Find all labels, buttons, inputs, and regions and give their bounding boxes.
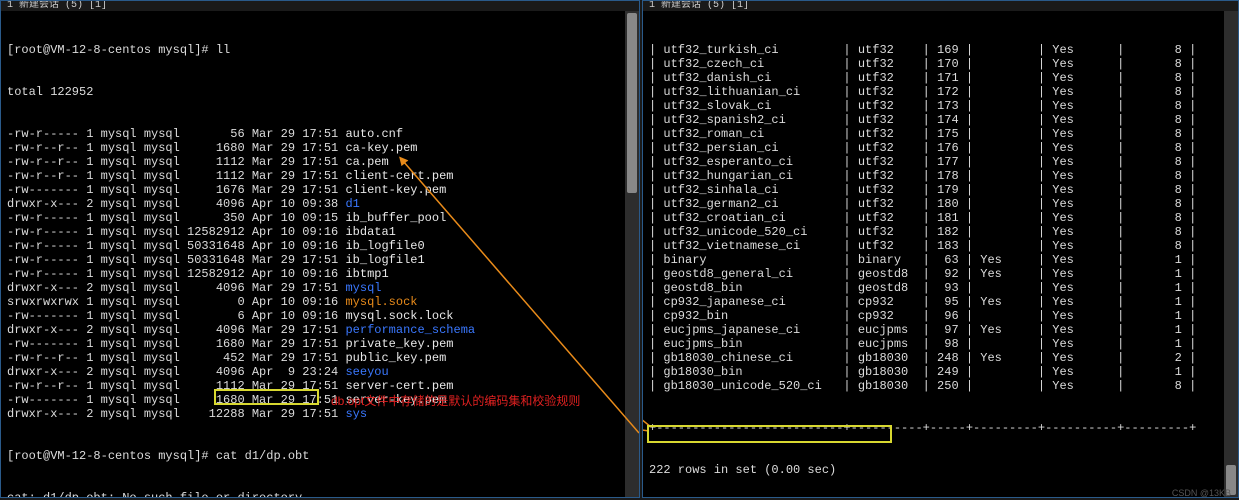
ls-row: -rw-r--r-- 1 mysql mysql 452 Mar 29 17:5… bbox=[7, 351, 633, 365]
scrollbar[interactable] bbox=[625, 11, 639, 497]
ls-row: -rw------- 1 mysql mysql 1680 Mar 29 17:… bbox=[7, 337, 633, 351]
ls-row: srwxrwxrwx 1 mysql mysql 0 Apr 10 09:16 … bbox=[7, 295, 633, 309]
ls-row: drwxr-x--- 2 mysql mysql 4096 Mar 29 17:… bbox=[7, 323, 633, 337]
ls-row: drwxr-x--- 2 mysql mysql 4096 Apr 10 09:… bbox=[7, 197, 633, 211]
table-row: | utf32_unicode_520_ci | utf32 | 182 | |… bbox=[649, 225, 1232, 239]
table-row: | gb18030_unicode_520_ci | gb18030 | 250… bbox=[649, 379, 1232, 393]
ls-row: -rw-r----- 1 mysql mysql 50331648 Mar 29… bbox=[7, 253, 633, 267]
table-row: | gb18030_bin | gb18030 | 249 | | Yes | … bbox=[649, 365, 1232, 379]
table-row: | cp932_bin | cp932 | 96 | | Yes | 1 | bbox=[649, 309, 1232, 323]
ls-row: -rw------- 1 mysql mysql 6 Apr 10 09:16 … bbox=[7, 309, 633, 323]
ls-row: -rw-r----- 1 mysql mysql 12582912 Apr 10… bbox=[7, 225, 633, 239]
table-sep: +--------------------------+----------+-… bbox=[649, 421, 1232, 435]
ls-row: -rw-r----- 1 mysql mysql 12582912 Apr 10… bbox=[7, 267, 633, 281]
total-line: total 122952 bbox=[7, 85, 633, 99]
ls-row: -rw------- 1 mysql mysql 1676 Mar 29 17:… bbox=[7, 183, 633, 197]
table-row: | utf32_danish_ci | utf32 | 171 | | Yes … bbox=[649, 71, 1232, 85]
table-row: | geostd8_bin | geostd8 | 93 | | Yes | 1… bbox=[649, 281, 1232, 295]
ls-row: -rw-r--r-- 1 mysql mysql 1112 Mar 29 17:… bbox=[7, 379, 633, 393]
scrollbar[interactable] bbox=[1224, 11, 1238, 497]
right-titlebar: 1 新建会话 (5) [1] bbox=[643, 1, 1238, 11]
table-row: | geostd8_general_ci | geostd8 | 92 | Ye… bbox=[649, 267, 1232, 281]
table-row: | eucjpms_bin | eucjpms | 98 | | Yes | 1… bbox=[649, 337, 1232, 351]
table-row: | utf32_hungarian_ci | utf32 | 178 | | Y… bbox=[649, 169, 1232, 183]
left-terminal[interactable]: [root@VM-12-8-centos mysql]# ll total 12… bbox=[1, 11, 639, 498]
table-row: | utf32_lithuanian_ci | utf32 | 172 | | … bbox=[649, 85, 1232, 99]
table-row: | cp932_japanese_ci | cp932 | 95 | Yes |… bbox=[649, 295, 1232, 309]
table-row: | utf32_german2_ci | utf32 | 180 | | Yes… bbox=[649, 197, 1232, 211]
table-row: | utf32_roman_ci | utf32 | 175 | | Yes |… bbox=[649, 127, 1232, 141]
prompt-line: [root@VM-12-8-centos mysql]# cat d1/dp.o… bbox=[7, 449, 633, 463]
ls-row: drwxr-x--- 2 mysql mysql 4096 Apr 9 23:2… bbox=[7, 365, 633, 379]
left-titlebar: 1 新建会话 (5) [1] bbox=[1, 1, 639, 11]
table-row: | gb18030_chinese_ci | gb18030 | 248 | Y… bbox=[649, 351, 1232, 365]
table-row: | utf32_czech_ci | utf32 | 170 | | Yes |… bbox=[649, 57, 1232, 71]
prompt-line: [root@VM-12-8-centos mysql]# ll bbox=[7, 43, 633, 57]
right-terminal[interactable]: | utf32_turkish_ci | utf32 | 169 | | Yes… bbox=[643, 11, 1238, 498]
annotation-text: db.opt文件中存储的是默认的编码集和校验规则 bbox=[331, 392, 580, 409]
watermark: CSDN @13KB bbox=[1172, 488, 1231, 498]
table-row: | utf32_sinhala_ci | utf32 | 179 | | Yes… bbox=[649, 183, 1232, 197]
left-terminal-pane: 1 新建会话 (5) [1] [root@VM-12-8-centos mysq… bbox=[0, 0, 640, 498]
rows-in-set: 222 rows in set (0.00 sec) bbox=[649, 463, 1232, 477]
table-row: | eucjpms_japanese_ci | eucjpms | 97 | Y… bbox=[649, 323, 1232, 337]
ls-row: -rw-r--r-- 1 mysql mysql 1112 Mar 29 17:… bbox=[7, 155, 633, 169]
ls-row: drwxr-x--- 2 mysql mysql 4096 Mar 29 17:… bbox=[7, 281, 633, 295]
ls-row: drwxr-x--- 2 mysql mysql 12288 Mar 29 17… bbox=[7, 407, 633, 421]
table-row: | utf32_esperanto_ci | utf32 | 177 | | Y… bbox=[649, 155, 1232, 169]
ls-row: -rw-r----- 1 mysql mysql 56 Mar 29 17:51… bbox=[7, 127, 633, 141]
table-row: | utf32_spanish2_ci | utf32 | 174 | | Ye… bbox=[649, 113, 1232, 127]
ls-row: -rw-r----- 1 mysql mysql 50331648 Apr 10… bbox=[7, 239, 633, 253]
ls-row: -rw-r--r-- 1 mysql mysql 1680 Mar 29 17:… bbox=[7, 141, 633, 155]
scroll-thumb[interactable] bbox=[627, 13, 637, 193]
right-terminal-pane: 1 新建会话 (5) [1] | utf32_turkish_ci | utf3… bbox=[642, 0, 1239, 498]
table-row: | binary | binary | 63 | Yes | Yes | 1 | bbox=[649, 253, 1232, 267]
table-row: | utf32_vietnamese_ci | utf32 | 183 | | … bbox=[649, 239, 1232, 253]
ls-row: -rw-r--r-- 1 mysql mysql 1112 Mar 29 17:… bbox=[7, 169, 633, 183]
ls-row: -rw-r----- 1 mysql mysql 350 Apr 10 09:1… bbox=[7, 211, 633, 225]
table-row: | utf32_turkish_ci | utf32 | 169 | | Yes… bbox=[649, 43, 1232, 57]
table-row: | utf32_slovak_ci | utf32 | 173 | | Yes … bbox=[649, 99, 1232, 113]
cat-error: cat: d1/dp.obt: No such file or director… bbox=[7, 491, 633, 498]
table-row: | utf32_croatian_ci | utf32 | 181 | | Ye… bbox=[649, 211, 1232, 225]
table-row: | utf32_persian_ci | utf32 | 176 | | Yes… bbox=[649, 141, 1232, 155]
